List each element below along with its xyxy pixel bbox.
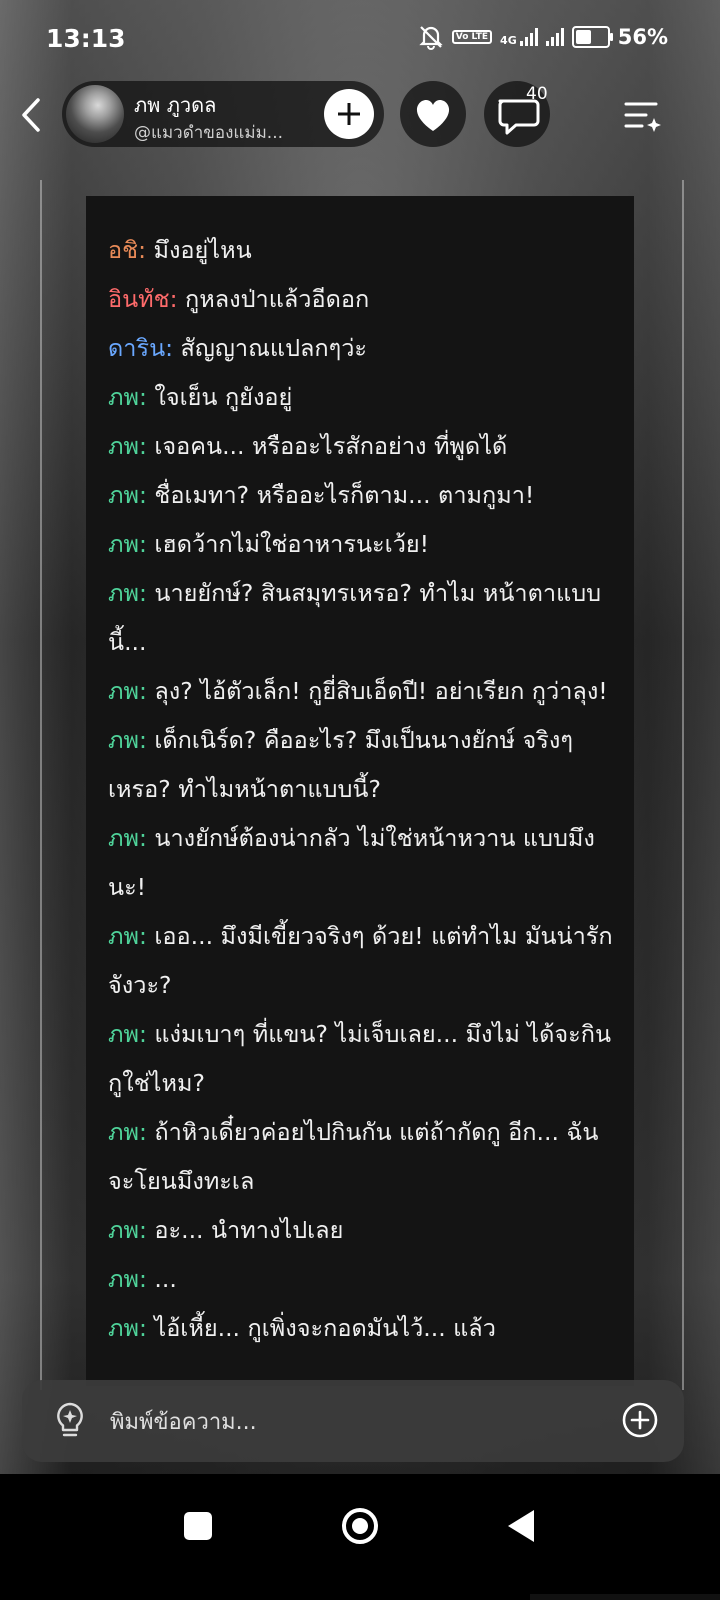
profile-name: ภพ ภูวดล [134,93,217,117]
message-list: อชิ: มึงอยู่ไหน อินทัช: กูหลงป่าแล้วอีดอก… [108,226,618,1353]
signal-icon [519,28,538,46]
message-speaker: ภพ: [108,1265,147,1293]
battery-icon [571,26,613,48]
avatar[interactable] [66,85,124,143]
chat-message: ภพ: เด็กเนิร์ด? คืออะไร? มึงเป็นนางยักษ์… [108,716,618,814]
message-speaker: อชิ: [108,236,146,264]
chat-message: ภพ: ... [108,1255,618,1304]
chat-message: ภพ: ลุง? ไอ้ตัวเล็ก! กูยี่สิบเอ็ดปี! อย่… [108,667,618,716]
message-text: ถ้าหิวเดี๋ยวค่อยไปกินกัน แต่ถ้ากัดกู อีก… [108,1118,599,1195]
recents-button[interactable] [184,1512,212,1540]
home-button[interactable] [340,1506,380,1546]
status-time: 13:13 [46,24,126,53]
profile-pill[interactable]: ภพ ภูวดล @แมวดำของแม่ม... [62,81,384,147]
chat-message: ภพ: เฮดว้ากไม่ใช่อาหารนะเว้ย! [108,520,618,569]
chat-message: ภพ: อะ... นำทางไปเลย [108,1206,618,1255]
status-icons: Vo LTE 4G 56% [418,24,668,50]
comment-count: 40 [526,84,548,104]
message-text: เออ... มึงมีเขี้ยวจริงๆ ด้วย! แต่ทำไม มั… [108,922,613,999]
message-text: ไอ้เหี้ย... กูเพิ่งจะกอดมันไว้... แล้ว [146,1314,496,1342]
plus-circle-icon[interactable] [622,1402,658,1438]
chat-message: ภพ: ชื่อเมทา? หรืออะไรก็ตาม... ตามกูมา! [108,471,618,520]
chat-message: อชิ: มึงอยู่ไหน [108,226,618,275]
message-text: เฮดว้ากไม่ใช่อาหารนะเว้ย! [146,530,430,558]
chat-header: ภพ ภูวดล @แมวดำของแม่ม... 40 [0,80,720,150]
back-triangle-icon[interactable] [506,1508,536,1544]
message-text: เด็กเนิร์ด? คืออะไร? มึงเป็นนางยักษ์ จริ… [108,726,573,803]
gesture-indicator [530,1594,720,1600]
message-text: สัญญาณแปลกๆว่ะ [173,334,368,362]
message-text: ... [146,1265,177,1293]
menu-sparkle-icon[interactable] [620,94,664,138]
message-speaker: ภพ: [108,1216,147,1244]
message-speaker: ภพ: [108,1020,147,1048]
signal-icon-2 [545,28,564,46]
battery-fill [575,30,592,44]
chat-panel[interactable]: อชิ: มึงอยู่ไหน อินทัช: กูหลงป่าแล้วอีดอก… [86,196,634,1386]
message-text: นางยักษ์ต้องน่ากลัว ไม่ใช่หน้าหวาน แบบมึ… [108,824,595,901]
chat-message: ภพ: แง่มเบาๆ ที่แขน? ไม่เจ็บเลย... มึงไม… [108,1010,618,1108]
battery-percent: 56% [617,25,668,49]
message-speaker: ภพ: [108,481,147,509]
message-text: อะ... นำทางไปเลย [146,1216,344,1244]
chat-message: อินทัช: กูหลงป่าแล้วอีดอก [108,275,618,324]
message-text: ชื่อเมทา? หรืออะไรก็ตาม... ตามกูมา! [146,481,535,509]
message-text: แง่มเบาๆ ที่แขน? ไม่เจ็บเลย... มึงไม่ ได… [108,1020,612,1097]
message-speaker: ดาริน: [108,334,174,362]
message-text: นายยักษ์? สินสมุทรเหรอ? ทำไม หน้าตาแบบนี… [108,579,602,656]
message-text: เจอคน... หรืออะไรสักอย่าง ที่พูดได้ [146,432,508,460]
heart-icon [416,99,450,131]
chat-message: ภพ: นายยักษ์? สินสมุทรเหรอ? ทำไม หน้าตาแ… [108,569,618,667]
message-input[interactable] [108,1398,602,1446]
message-text: ลุง? ไอ้ตัวเล็ก! กูยี่สิบเอ็ดปี! อย่าเรี… [146,677,608,705]
mute-bell-icon [419,26,443,50]
chat-message: ภพ: ไอ้เหี้ย... กูเพิ่งจะกอดมันไว้... แล… [108,1304,618,1353]
network-label: 4G [500,34,517,47]
message-speaker: ภพ: [108,579,147,607]
like-button[interactable] [400,81,466,147]
chevron-left-icon[interactable] [14,92,50,138]
volte-icon: Vo LTE [451,30,493,44]
lightbulb-icon[interactable] [50,1400,90,1442]
message-speaker: ภพ: [108,1314,147,1342]
chat-message: ดาริน: สัญญาณแปลกๆว่ะ [108,324,618,373]
chat-message: ภพ: ใจเย็น กูยังอยู่ [108,373,618,422]
chat-message: ภพ: ถ้าหิวเดี๋ยวค่อยไปกินกัน แต่ถ้ากัดกู… [108,1108,618,1206]
plus-icon[interactable] [324,89,374,139]
chat-message: ภพ: เออ... มึงมีเขี้ยวจริงๆ ด้วย! แต่ทำไ… [108,912,618,1010]
message-speaker: ภพ: [108,432,147,460]
message-text: กูหลงป่าแล้วอีดอก [177,285,370,313]
system-nav-bar [0,1474,720,1600]
message-speaker: ภพ: [108,922,147,950]
message-speaker: ภพ: [108,824,147,852]
message-speaker: อินทัช: [108,285,178,313]
message-text: ใจเย็น กูยังอยู่ [146,383,293,411]
status-bar: 13:13 Vo LTE 4G 56% [0,0,720,78]
message-input-bar [22,1380,684,1462]
chat-message: ภพ: เจอคน... หรืออะไรสักอย่าง ที่พูดได้ [108,422,618,471]
message-speaker: ภพ: [108,383,147,411]
chat-message: ภพ: นางยักษ์ต้องน่ากลัว ไม่ใช่หน้าหวาน แ… [108,814,618,912]
profile-handle: @แมวดำของแม่ม... [134,123,284,143]
message-speaker: ภพ: [108,530,147,558]
message-text: มึงอยู่ไหน [145,236,252,264]
message-speaker: ภพ: [108,1118,147,1146]
message-speaker: ภพ: [108,677,147,705]
message-speaker: ภพ: [108,726,147,754]
